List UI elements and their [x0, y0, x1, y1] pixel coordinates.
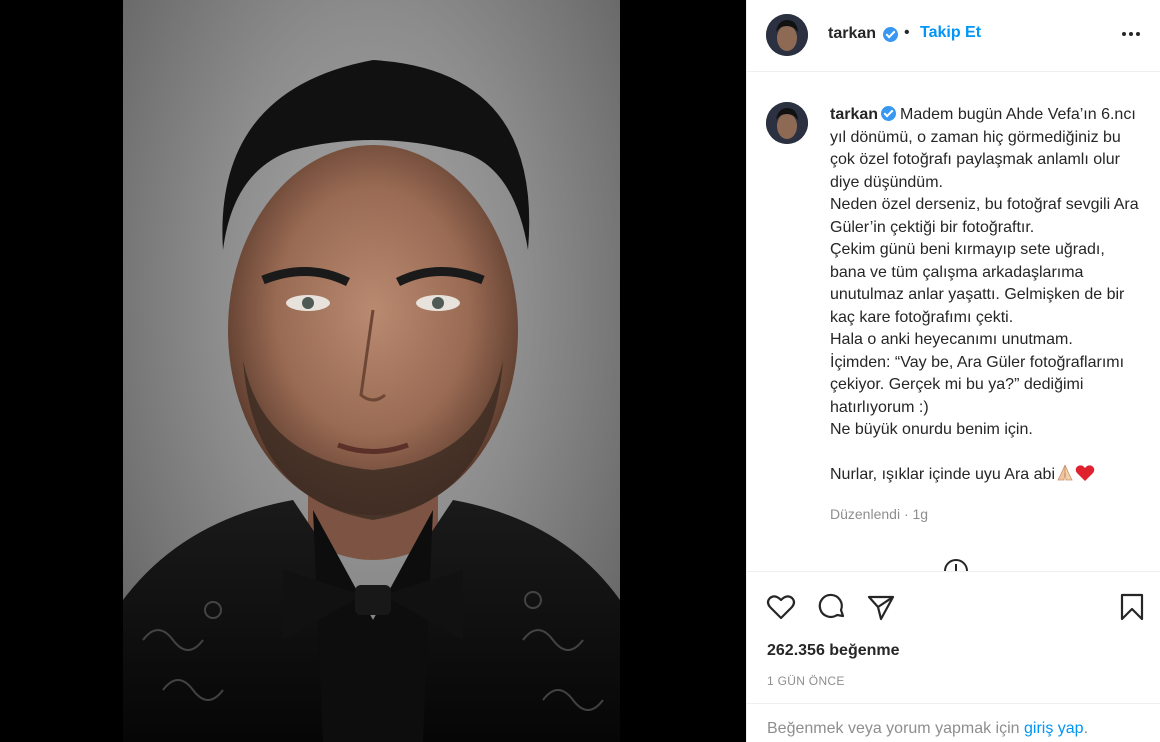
login-link[interactable]: giriş yap — [1024, 720, 1084, 737]
author-avatar[interactable] — [766, 14, 808, 56]
post-media-area — [0, 0, 746, 742]
load-more-comments-icon[interactable] — [942, 555, 970, 571]
login-prompt-prefix: Beğenmek veya yorum yapmak için — [767, 720, 1024, 737]
red-heart-icon — [1075, 465, 1095, 481]
share-icon[interactable] — [866, 592, 896, 622]
post-actions-bar — [747, 571, 1160, 641]
portrait-illustration — [123, 60, 620, 742]
bookmark-icon[interactable] — [1117, 592, 1147, 622]
verified-badge-icon — [883, 27, 898, 42]
heart-icon[interactable] — [766, 592, 796, 622]
praying-hands-icon — [1057, 464, 1073, 481]
login-prompt: Beğenmek veya yorum yapmak için giriş ya… — [747, 703, 1160, 742]
login-prompt-text: Beğenmek veya yorum yapmak için giriş ya… — [767, 720, 1088, 738]
caption-username[interactable]: tarkan — [830, 106, 878, 123]
verified-badge-icon — [881, 106, 897, 121]
post-side-panel: tarkan • Takip Et tarkan Madem bugün Ahde… — [746, 0, 1160, 742]
likes-count[interactable]: 262.356 beğenme — [767, 642, 900, 660]
caption-text-last: Nurlar, ışıklar içinde uyu Ara abi — [830, 466, 1055, 483]
post-time: 1 GÜN ÖNCE — [767, 674, 845, 688]
login-prompt-suffix: . — [1083, 720, 1089, 737]
follow-button[interactable]: Takip Et — [920, 24, 981, 42]
caption-author-avatar[interactable] — [766, 102, 808, 144]
post-photo[interactable] — [123, 0, 620, 742]
post-caption: tarkan Madem bugün Ahde Vefa’ın 6.ncı yıl… — [830, 104, 1140, 487]
header-separator: • — [904, 24, 910, 41]
post-header: tarkan • Takip Et — [747, 0, 1160, 72]
comment-icon[interactable] — [817, 592, 847, 622]
more-options-icon[interactable] — [1119, 22, 1143, 46]
edited-timestamp: Düzenlendi · 1g — [830, 506, 929, 522]
author-username[interactable]: tarkan — [828, 25, 876, 43]
caption-text: Madem bugün Ahde Vefa’ın 6.ncı yıl dönüm… — [830, 106, 1139, 438]
